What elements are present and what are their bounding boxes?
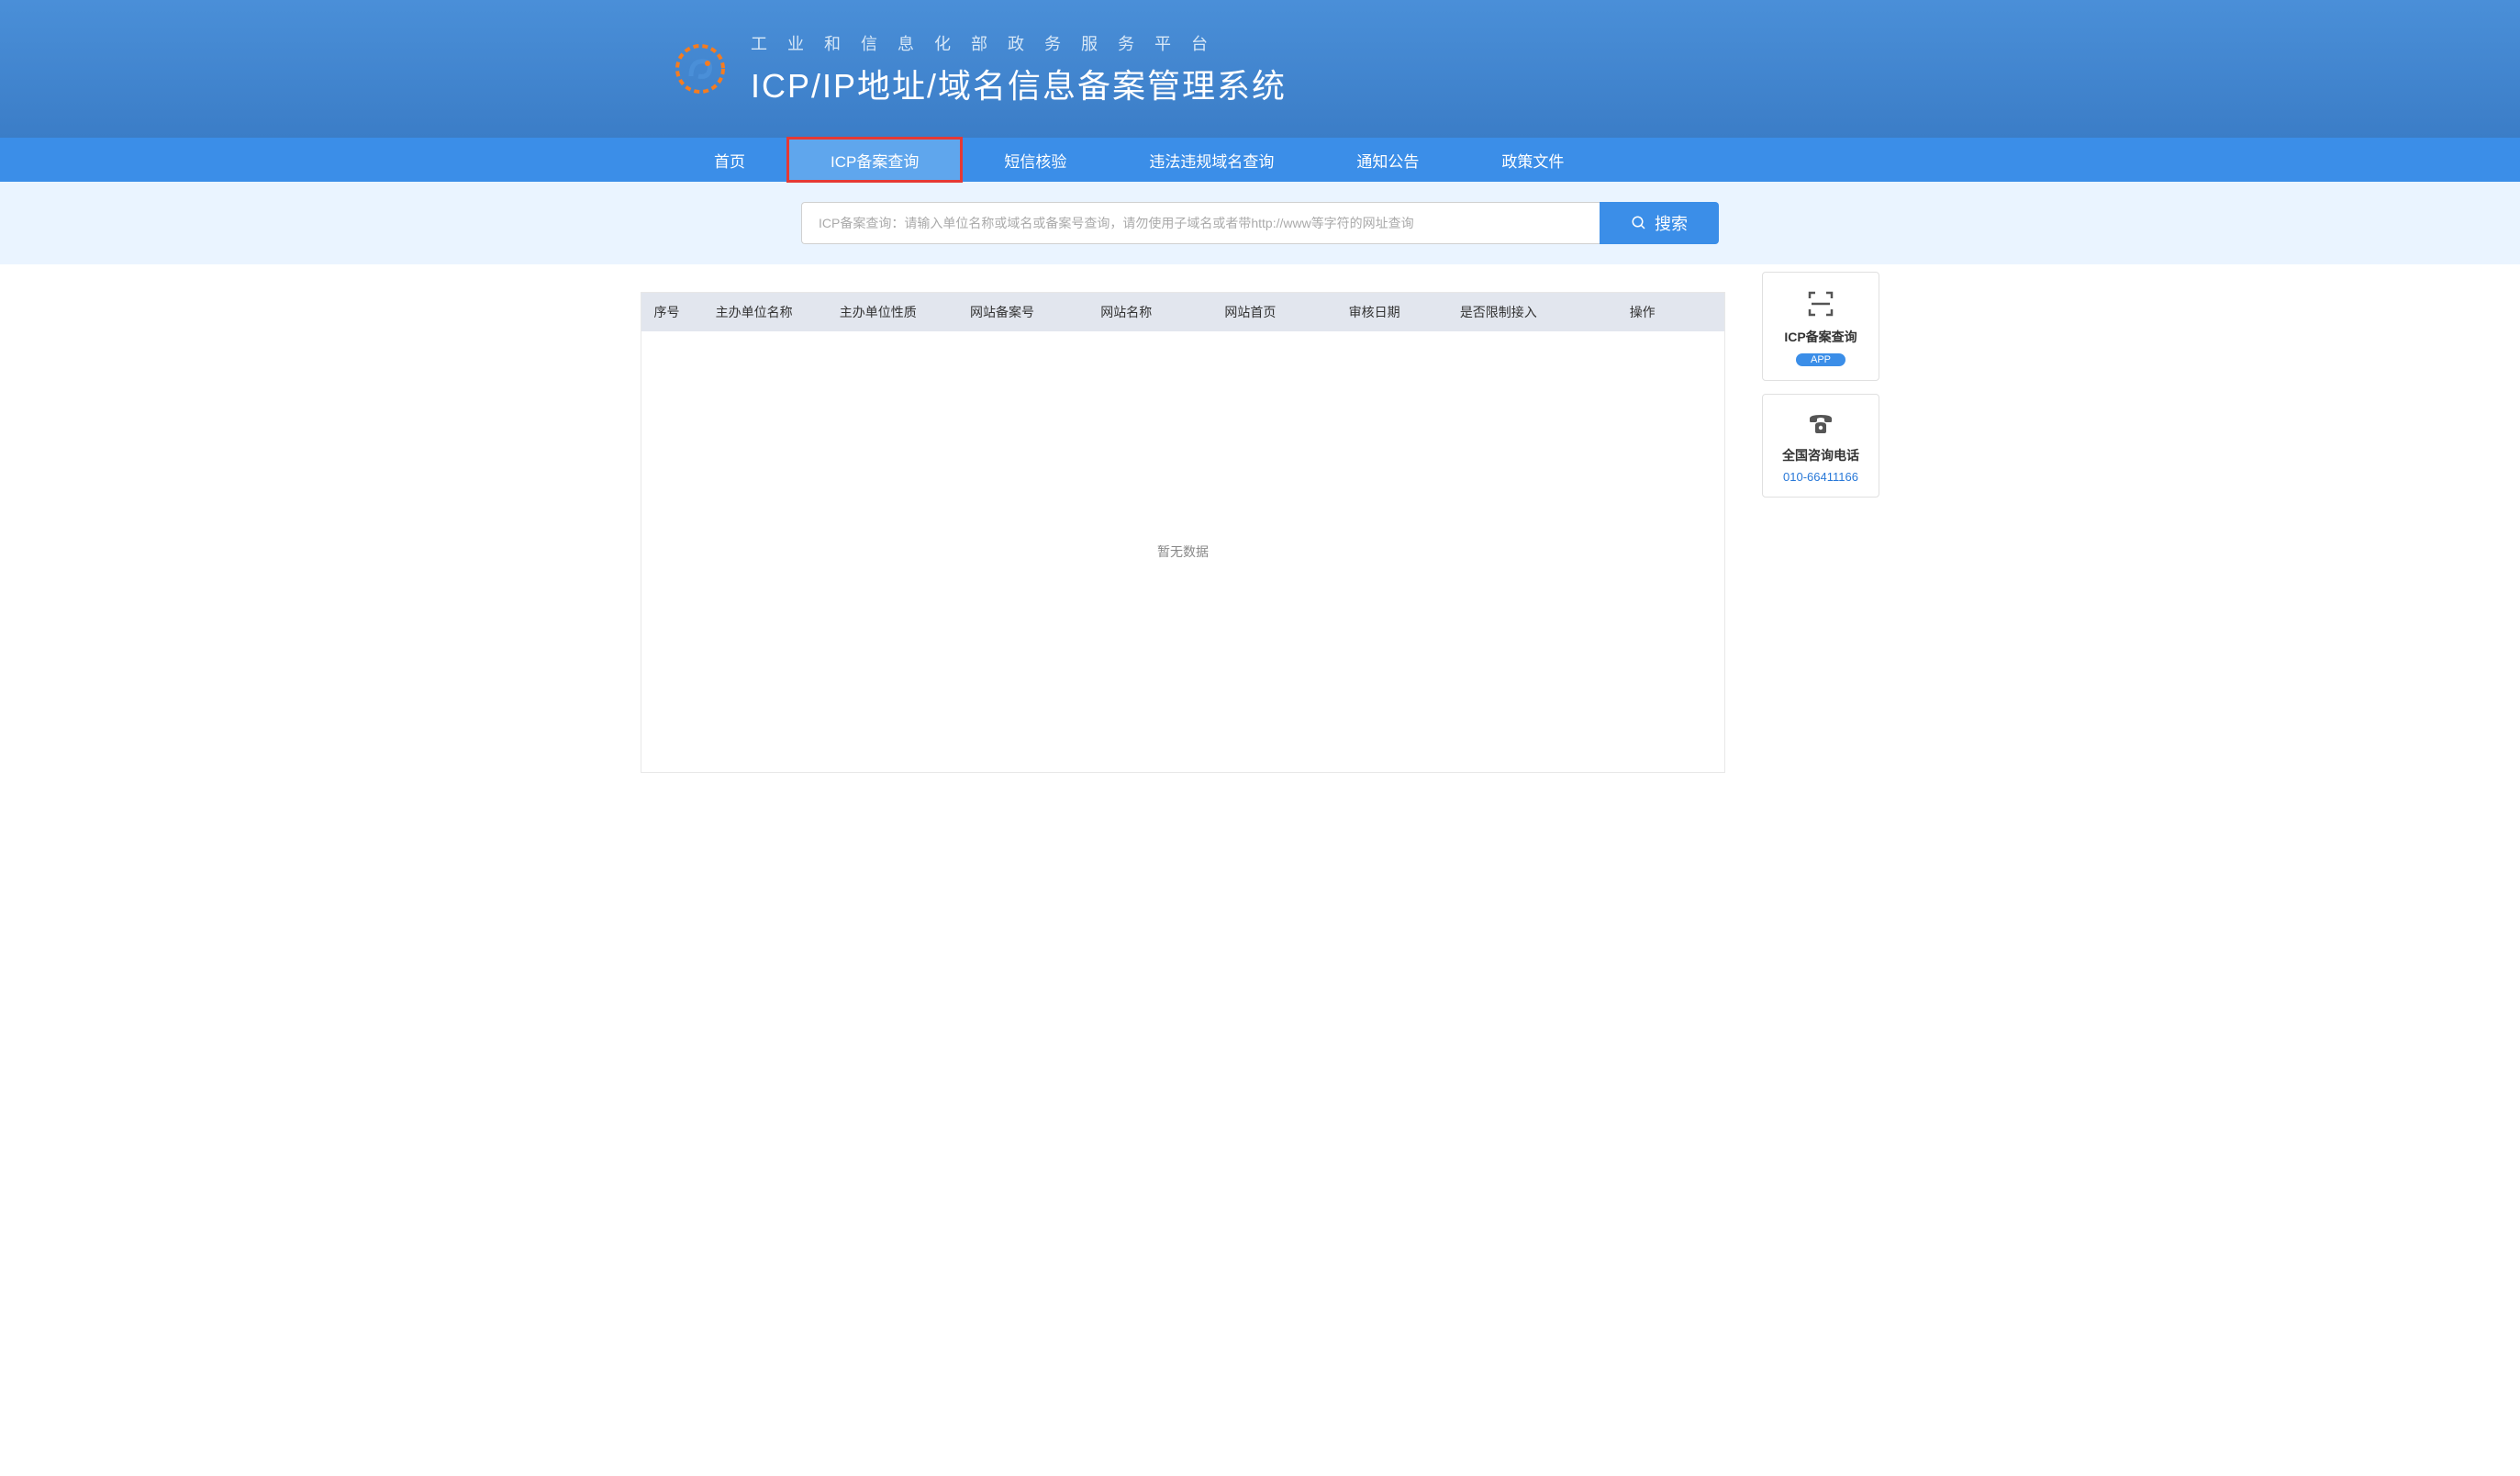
nav-item-announcements[interactable]: 通知公告 [1315, 138, 1460, 182]
table-body: 暂无数据 [641, 331, 1724, 772]
search-section: 搜索 [0, 182, 2520, 264]
header-title: ICP/IP地址/域名信息备案管理系统 [751, 60, 1287, 107]
sidebar-app-title: ICP备案查询 [1770, 328, 1871, 346]
sidebar-phone-number: 010-66411166 [1770, 470, 1871, 484]
nav-item-home[interactable]: 首页 [673, 138, 786, 182]
nav-item-policy[interactable]: 政策文件 [1460, 138, 1605, 182]
th-restricted: 是否限制接入 [1436, 303, 1560, 321]
sidebar-phone-title: 全国咨询电话 [1770, 446, 1871, 464]
scan-icon [1770, 289, 1871, 319]
th-site-name: 网站名称 [1065, 303, 1188, 321]
results-table: 序号 主办单位名称 主办单位性质 网站备案号 网站名称 网站首页 审核日期 是否… [641, 292, 1725, 773]
phone-icon [1770, 411, 1871, 437]
empty-state-text: 暂无数据 [1157, 542, 1209, 561]
logo-icon [673, 41, 728, 96]
th-review-date: 审核日期 [1312, 303, 1436, 321]
sidebar: ICP备案查询 APP 全国咨询电话 010-66411166 [1762, 272, 1879, 510]
search-button[interactable]: 搜索 [1600, 202, 1719, 244]
nav-item-illegal-domain[interactable]: 违法违规域名查询 [1108, 138, 1315, 182]
th-record-no: 网站备案号 [940, 303, 1064, 321]
main-nav: 首页 ICP备案查询 短信核验 违法违规域名查询 通知公告 政策文件 [0, 138, 2520, 182]
th-index: 序号 [641, 303, 692, 321]
page-header: 工业和信息化部政务服务平台 ICP/IP地址/域名信息备案管理系统 [0, 0, 2520, 138]
sidebar-phone-card: 全国咨询电话 010-66411166 [1762, 394, 1879, 498]
header-subtitle: 工业和信息化部政务服务平台 [751, 31, 1287, 55]
th-org-name: 主办单位名称 [692, 303, 816, 321]
nav-item-sms-verify[interactable]: 短信核验 [963, 138, 1108, 182]
sidebar-app-badge: APP [1796, 353, 1845, 366]
table-header-row: 序号 主办单位名称 主办单位性质 网站备案号 网站名称 网站首页 审核日期 是否… [641, 293, 1724, 331]
nav-item-icp-query[interactable]: ICP备案查询 [786, 137, 963, 183]
search-input[interactable] [801, 202, 1600, 244]
sidebar-app-card[interactable]: ICP备案查询 APP [1762, 272, 1879, 381]
th-org-type: 主办单位性质 [816, 303, 940, 321]
search-icon [1631, 215, 1647, 231]
search-button-label: 搜索 [1655, 211, 1688, 235]
th-site-home: 网站首页 [1188, 303, 1312, 321]
th-action: 操作 [1560, 303, 1724, 321]
